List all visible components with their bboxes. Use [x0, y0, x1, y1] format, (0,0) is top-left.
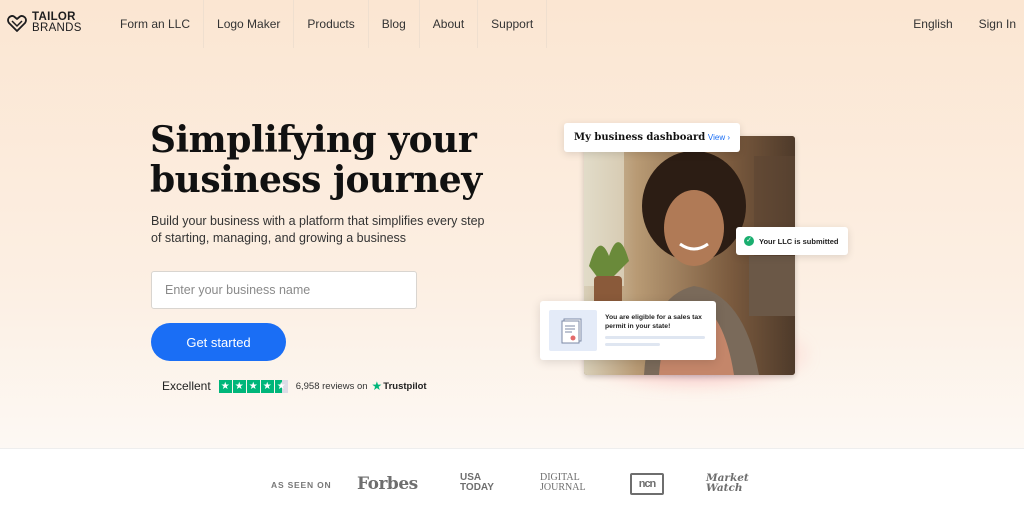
placeholder-bar [605, 343, 660, 346]
usa-today-line-2: TODAY [460, 482, 494, 493]
nav-item-blog[interactable]: Blog [369, 0, 420, 48]
llc-status-card: ✓ Your LLC is submitted [736, 227, 848, 255]
llc-status-text: Your LLC is submitted [759, 236, 839, 246]
trustpilot-brand: Trustpilot [383, 380, 427, 392]
marketwatch-logo: Market Watch [706, 473, 749, 494]
press-strip: AS SEEN ON Forbes USA TODAY DIGITAL JOUR… [0, 448, 1024, 519]
nav-item-products[interactable]: Products [294, 0, 369, 48]
star-icon: ★ [246, 379, 260, 393]
hero-subtitle: Build your business with a platform that… [151, 214, 485, 245]
logo-heart-icon [7, 15, 27, 32]
placeholder-bar [605, 336, 705, 339]
logo-wordmark: TAILOR BRANDS [32, 11, 82, 34]
digital-journal-line-2: JOURNAL [540, 482, 586, 493]
check-circle-icon: ✓ [744, 236, 754, 246]
dashboard-view-link[interactable]: View › [708, 133, 730, 142]
trustpilot-star-icon: ★ [371, 379, 383, 393]
nav-item-form-llc[interactable]: Form an LLC [106, 0, 205, 48]
nav-right: English Sign In [913, 0, 1016, 48]
star-icon: ★ [260, 379, 274, 393]
rating-stars: ★ ★ ★ ★ ★ [218, 379, 288, 393]
nav-item-support[interactable]: Support [478, 0, 548, 48]
hero-title-line-1: Simplifying your [150, 119, 477, 161]
forbes-logo: Forbes [357, 474, 418, 494]
usa-today-logo: USA TODAY [460, 473, 494, 493]
trustpilot-rating[interactable]: Excellent ★ ★ ★ ★ ★ 6,958 reviews on ★ T… [162, 379, 427, 393]
logo-line-2: BRANDS [32, 22, 82, 34]
marketwatch-line-2: Watch [706, 482, 743, 494]
document-icon [549, 310, 597, 351]
ncn-logo: ncn [630, 473, 664, 495]
star-icon: ★ [232, 379, 246, 393]
tailor-brands-logo[interactable]: TAILOR BRANDS [6, 11, 82, 34]
hero-title-line-2: business journey [150, 159, 482, 201]
star-icon: ★ [218, 379, 232, 393]
tax-permit-text: You are eligible for a sales tax permit … [605, 314, 702, 330]
business-name-input[interactable] [151, 271, 417, 309]
nav-item-logo-maker[interactable]: Logo Maker [204, 0, 295, 48]
sign-in-link[interactable]: Sign In [979, 17, 1016, 31]
dashboard-card-title: My business dashboard [574, 132, 706, 143]
nav-item-about[interactable]: About [420, 0, 479, 48]
half-star-icon: ★ [274, 379, 288, 393]
dashboard-card: My business dashboard View › [564, 123, 740, 152]
nav-links: Form an LLC Logo Maker Products Blog Abo… [106, 0, 548, 48]
get-started-button[interactable]: Get started [151, 323, 286, 361]
language-selector[interactable]: English [913, 17, 952, 31]
review-count: 6,958 reviews on [295, 380, 368, 392]
tax-permit-card: You are eligible for a sales tax permit … [540, 301, 716, 360]
rating-word: Excellent [162, 379, 211, 393]
hero-title: Simplifying your business journey [150, 120, 510, 200]
digital-journal-logo: DIGITAL JOURNAL [540, 473, 586, 493]
top-nav: TAILOR BRANDS Form an LLC Logo Maker Pro… [0, 0, 1024, 48]
as-seen-on-label: AS SEEN ON [271, 480, 332, 490]
